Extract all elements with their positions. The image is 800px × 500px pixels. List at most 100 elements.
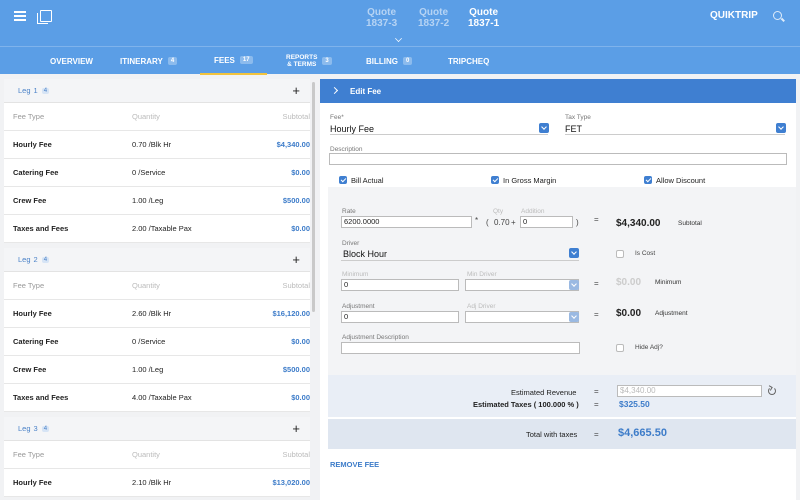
tab-billing[interactable]: BILLING 0: [366, 47, 413, 75]
tab-label: OVERVIEW: [50, 56, 93, 66]
table-header-row: Fee Type Quantity Subtotal: [4, 272, 310, 300]
fee-quantity: 1.00 /Leg: [132, 196, 164, 205]
table-row[interactable]: Hourly Fee 0.70 /Blk Hr $4,340.00: [4, 131, 310, 159]
tab-count: 4: [167, 57, 178, 65]
bill-actual-checkbox[interactable]: [339, 176, 347, 184]
adj-driver-dropdown-icon[interactable]: [569, 312, 579, 322]
leg-title: Leg: [18, 424, 31, 433]
add-fee-icon[interactable]: +: [292, 421, 300, 436]
tab-label: ITINERARY: [120, 56, 163, 66]
table-row[interactable]: Taxes and Fees 2.00 /Taxable Pax $0.00: [4, 215, 310, 243]
quote-label: Quote: [469, 7, 499, 18]
brand-name[interactable]: QUIKTRIP: [710, 10, 758, 21]
driver-dropdown-icon[interactable]: [569, 248, 579, 258]
is-cost-checkbox[interactable]: [616, 250, 624, 258]
tab-fees[interactable]: FEES 17: [200, 47, 267, 75]
fee-subtotal: $4,340.00: [276, 140, 310, 149]
fee-dropdown-icon[interactable]: [539, 123, 549, 133]
fee-subtotal: $0.00: [291, 224, 310, 233]
table-row[interactable]: Crew Fee 1.00 /Leg $500.00: [4, 356, 310, 384]
tax-type-value: FET: [565, 124, 582, 134]
tax-type-dropdown-icon[interactable]: [776, 123, 786, 133]
leg-badge: 4: [41, 425, 50, 432]
tab-count: 0: [403, 57, 413, 65]
tab-itinerary[interactable]: ITINERARY 4: [120, 47, 178, 75]
leg-header[interactable]: Leg 3 4 +: [4, 417, 310, 441]
tab-label: BILLING: [366, 56, 398, 66]
min-driver-dropdown-icon[interactable]: [569, 280, 579, 290]
fee-quantity: 2.00 /Taxable Pax: [132, 224, 192, 233]
table-row[interactable]: Crew Fee 1.00 /Leg $500.00: [4, 187, 310, 215]
plus-operator: +: [511, 218, 516, 227]
adjustment-description-label: Adjustment Description: [342, 334, 409, 341]
remove-fee-button[interactable]: REMOVE FEE: [330, 460, 379, 469]
leg-number: 1: [33, 86, 38, 95]
col-fee-type: Fee Type: [13, 112, 45, 121]
adjustment-description-input[interactable]: [341, 342, 580, 354]
open-paren: (: [486, 218, 489, 227]
table-row[interactable]: Catering Fee 0 /Service $0.00: [4, 159, 310, 187]
description-label: Description: [330, 146, 363, 153]
col-quantity: Quantity: [132, 281, 160, 290]
times-operator: *: [475, 216, 479, 225]
chevron-down-icon[interactable]: [395, 35, 402, 42]
hide-adj-label: Hide Adj?: [635, 344, 663, 351]
leg-header[interactable]: Leg 2 4 +: [4, 248, 310, 272]
tab-tripcheq[interactable]: TRIPCHEQ: [448, 47, 489, 75]
col-quantity: Quantity: [132, 112, 160, 121]
tax-type-select[interactable]: [565, 121, 785, 135]
table-row[interactable]: Hourly Fee 2.10 /Blk Hr $13,020.00: [4, 469, 310, 497]
minimum-input[interactable]: 0: [341, 279, 459, 291]
tab-label: FEES: [214, 55, 235, 65]
quote-tab-1837-3[interactable]: Quote 1837-3: [366, 7, 397, 29]
adjustment-input[interactable]: 0: [341, 311, 459, 323]
total-value: $4,665.50: [618, 427, 667, 439]
min-driver-select[interactable]: [465, 279, 579, 291]
chevron-right-icon[interactable]: [330, 86, 339, 95]
allow-discount-checkbox[interactable]: [644, 176, 652, 184]
minimum-result: $0.00: [616, 277, 642, 288]
quote-tab-1837-2[interactable]: Quote 1837-2: [418, 7, 449, 29]
est-revenue-input[interactable]: $4,340.00: [617, 385, 762, 397]
quote-number: 1837-1: [468, 18, 500, 29]
windows-icon[interactable]: [37, 10, 52, 24]
rate-input[interactable]: 6200.0000: [341, 216, 472, 228]
description-input[interactable]: [329, 153, 787, 165]
col-fee-type: Fee Type: [13, 281, 45, 290]
rate-label: Rate: [342, 208, 356, 215]
hide-adj-checkbox[interactable]: [616, 344, 624, 352]
quote-number: 1837-3: [366, 18, 398, 29]
leg-card: Leg 3 4 + Fee Type Quantity Subtotal Hou…: [4, 417, 310, 497]
quote-tab-1837-1[interactable]: Quote 1837-1: [468, 7, 499, 29]
tab-label-line2: & TERMS: [287, 61, 317, 68]
adj-driver-select[interactable]: [465, 311, 579, 323]
table-row[interactable]: Taxes and Fees 4.00 /Taxable Pax $0.00: [4, 384, 310, 412]
add-fee-icon[interactable]: +: [292, 83, 300, 98]
close-paren: ): [576, 218, 579, 227]
table-row[interactable]: Hourly Fee 2.60 /Blk Hr $16,120.00: [4, 300, 310, 328]
subtotal-label: Subtotal: [678, 220, 702, 227]
menu-icon[interactable]: [14, 11, 26, 21]
tab-overview[interactable]: OVERVIEW: [50, 47, 93, 75]
search-icon[interactable]: [773, 11, 782, 20]
tab-reports-terms[interactable]: REPORTS & TERMS 3: [286, 47, 332, 75]
leg-header[interactable]: Leg 1 4 +: [4, 79, 310, 103]
add-fee-icon[interactable]: +: [292, 252, 300, 267]
leg-title: Leg: [18, 86, 31, 95]
left-scrollbar[interactable]: [312, 82, 315, 312]
table-row[interactable]: Catering Fee 0 /Service $0.00: [4, 328, 310, 356]
table-header-row: Fee Type Quantity Subtotal: [4, 441, 310, 469]
refresh-icon[interactable]: [768, 387, 776, 395]
leg-number: 3: [33, 424, 38, 433]
col-subtotal: Subtotal: [282, 450, 310, 459]
total-label: Total with taxes: [526, 430, 578, 439]
fee-calculation-area: Rate 6200.0000 * Qty ( 0.70 + Addition 0…: [328, 187, 796, 375]
addition-input[interactable]: 0: [520, 216, 573, 228]
fee-quantity: 2.60 /Blk Hr: [132, 309, 172, 318]
in-gross-margin-checkbox[interactable]: [491, 176, 499, 184]
fee-type: Hourly Fee: [13, 140, 52, 149]
tab-bar: OVERVIEW ITINERARY 4 FEES 17 REPORTS & T…: [0, 46, 800, 75]
minimum-label: Minimum: [342, 271, 369, 278]
tax-type-label: Tax Type: [565, 114, 591, 121]
fee-quantity: 0 /Service: [132, 337, 166, 346]
